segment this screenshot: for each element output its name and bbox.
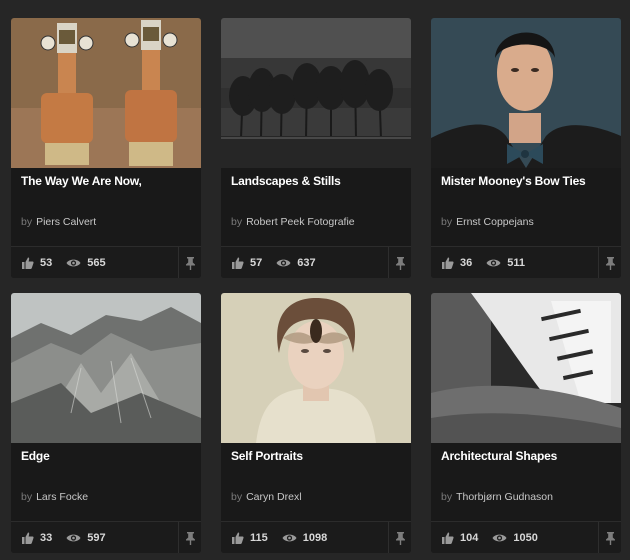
- project-thumbnail[interactable]: [11, 18, 201, 168]
- pin-icon[interactable]: [394, 256, 406, 270]
- pin-icon[interactable]: [604, 256, 616, 270]
- project-card[interactable]: Mister Mooney's Bow Ties by Ernst Coppeja…: [431, 18, 621, 278]
- author-link[interactable]: Ernst Coppejans: [456, 216, 534, 228]
- project-byline: by Ernst Coppejans: [441, 216, 534, 228]
- project-byline: by Robert Peek Fotografie: [231, 216, 355, 228]
- project-byline: by Thorbjørn Gudnason: [441, 491, 553, 503]
- pin-icon[interactable]: [184, 531, 196, 545]
- project-title[interactable]: The Way We Are Now,: [21, 174, 196, 188]
- project-card[interactable]: Edge by Lars Focke 33 597: [11, 293, 201, 553]
- author-link[interactable]: Piers Calvert: [36, 216, 96, 228]
- like-count: 115: [250, 532, 268, 544]
- eye-icon: [66, 258, 81, 268]
- stats-bar: 53 565: [11, 246, 201, 278]
- divider: [598, 522, 599, 553]
- project-grid: The Way We Are Now, by Piers Calvert 53 5…: [0, 0, 630, 560]
- view-count: 597: [87, 532, 106, 544]
- like-count: 36: [460, 257, 473, 269]
- eye-icon: [492, 533, 507, 543]
- project-title[interactable]: Landscapes & Stills: [231, 174, 406, 188]
- author-link[interactable]: Thorbjørn Gudnason: [456, 491, 553, 503]
- by-label: by: [21, 216, 33, 228]
- project-title[interactable]: Edge: [21, 449, 196, 463]
- thumbs-up-icon[interactable]: [21, 532, 34, 544]
- divider: [388, 247, 389, 278]
- like-count: 104: [460, 532, 479, 544]
- view-count: 1098: [302, 532, 328, 544]
- thumbs-up-icon[interactable]: [231, 532, 244, 544]
- pin-icon[interactable]: [394, 531, 406, 545]
- view-count: 1050: [513, 532, 538, 544]
- pin-icon[interactable]: [604, 531, 616, 545]
- pin-icon[interactable]: [184, 256, 196, 270]
- thumbs-up-icon[interactable]: [21, 257, 34, 269]
- project-byline: by Caryn Drexl: [231, 491, 302, 503]
- view-count: 511: [507, 257, 525, 269]
- eye-icon: [282, 533, 297, 543]
- by-label: by: [231, 491, 243, 503]
- stats-bar: 115 1098: [221, 521, 411, 553]
- eye-icon: [486, 258, 501, 268]
- like-count: 53: [40, 257, 53, 269]
- project-thumbnail[interactable]: [221, 18, 411, 168]
- project-title[interactable]: Architectural Shapes: [441, 449, 616, 463]
- stats-bar: 104 1050: [431, 521, 621, 553]
- divider: [598, 247, 599, 278]
- project-card[interactable]: Architectural Shapes by Thorbjørn Gudnaso…: [431, 293, 621, 553]
- by-label: by: [441, 216, 453, 228]
- eye-icon: [276, 258, 291, 268]
- author-link[interactable]: Lars Focke: [36, 491, 88, 503]
- project-thumbnail[interactable]: [221, 293, 411, 443]
- author-link[interactable]: Caryn Drexl: [246, 491, 301, 503]
- divider: [388, 522, 389, 553]
- project-thumbnail[interactable]: [431, 18, 621, 168]
- view-count: 565: [87, 257, 106, 269]
- thumbs-up-icon[interactable]: [441, 257, 454, 269]
- eye-icon: [66, 533, 81, 543]
- project-card[interactable]: Landscapes & Stills by Robert Peek Fotogr…: [221, 18, 411, 278]
- project-title[interactable]: Self Portraits: [231, 449, 406, 463]
- project-title[interactable]: Mister Mooney's Bow Ties: [441, 174, 616, 188]
- project-thumbnail[interactable]: [431, 293, 621, 443]
- stats-bar: 36 511: [431, 246, 621, 278]
- like-count: 33: [40, 532, 53, 544]
- project-byline: by Lars Focke: [21, 491, 88, 503]
- stats-bar: 57 637: [221, 246, 411, 278]
- by-label: by: [231, 216, 243, 228]
- project-card[interactable]: The Way We Are Now, by Piers Calvert 53 5…: [11, 18, 201, 278]
- divider: [178, 247, 179, 278]
- by-label: by: [441, 491, 453, 503]
- project-byline: by Piers Calvert: [21, 216, 96, 228]
- thumbs-up-icon[interactable]: [231, 257, 244, 269]
- stats-bar: 33 597: [11, 521, 201, 553]
- like-count: 57: [250, 257, 263, 269]
- author-link[interactable]: Robert Peek Fotografie: [246, 216, 355, 228]
- view-count: 637: [297, 257, 316, 269]
- by-label: by: [21, 491, 33, 503]
- project-thumbnail[interactable]: [11, 293, 201, 443]
- divider: [178, 522, 179, 553]
- project-card[interactable]: Self Portraits by Caryn Drexl 115 1098: [221, 293, 411, 553]
- thumbs-up-icon[interactable]: [441, 532, 454, 544]
